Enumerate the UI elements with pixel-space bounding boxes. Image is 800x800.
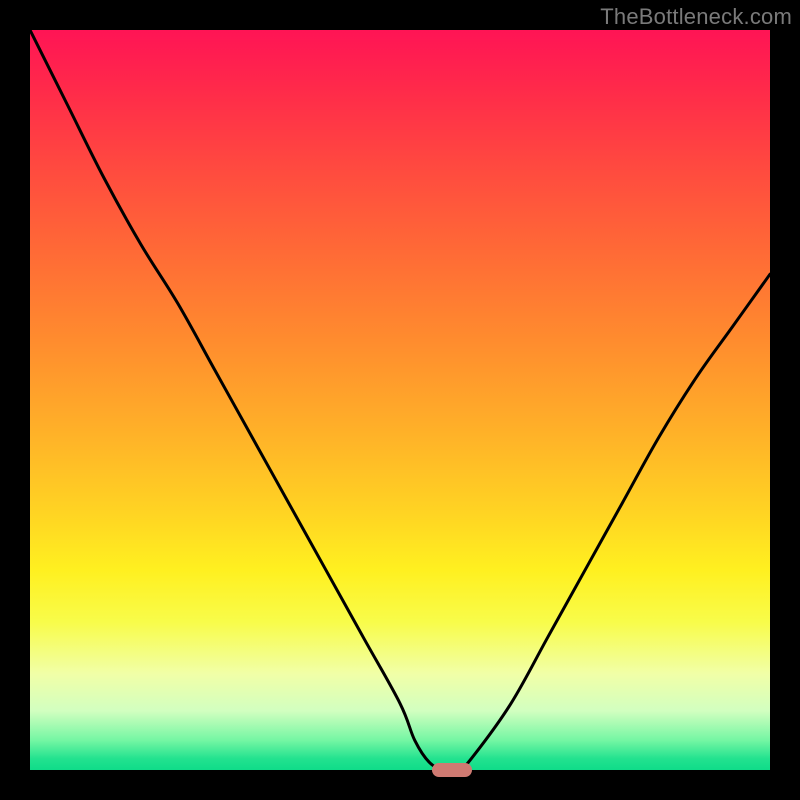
bottleneck-curve: [30, 30, 770, 770]
plot-area: [30, 30, 770, 770]
chart-frame: TheBottleneck.com: [0, 0, 800, 800]
watermark-label: TheBottleneck.com: [600, 4, 792, 30]
minimum-marker: [432, 763, 472, 777]
curve-path: [30, 30, 770, 770]
